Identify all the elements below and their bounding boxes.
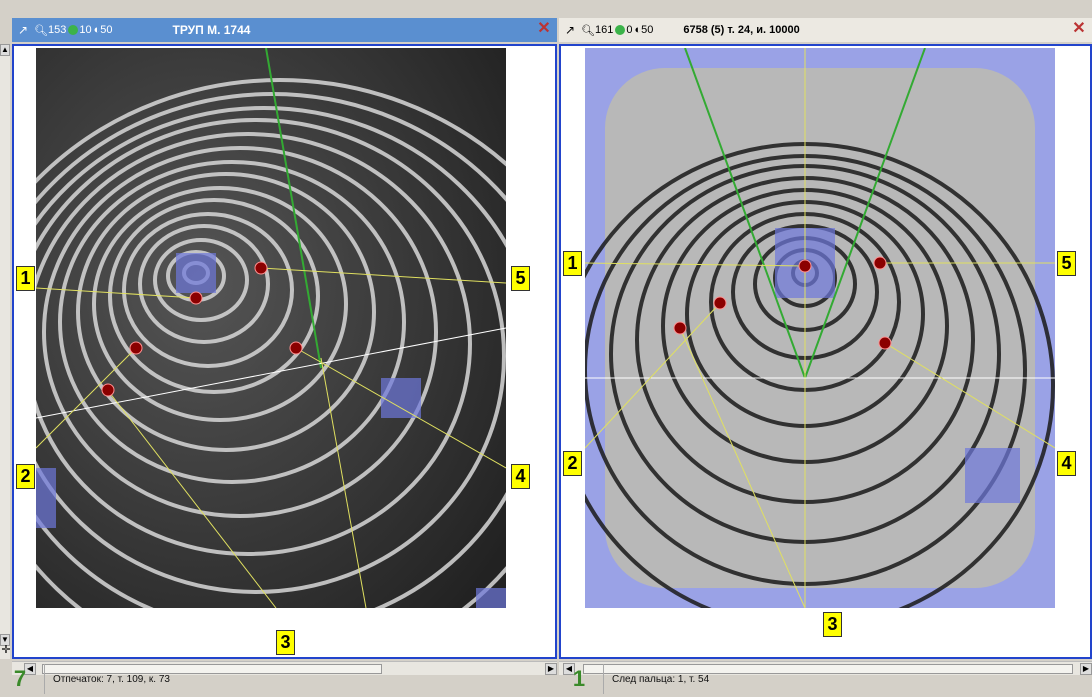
right-pane: ↗ 🔍︎ 161 0 ◐ 50 6758 (5) т. 24, и. 10000… [559, 18, 1092, 675]
marker-label-3[interactable]: 3 [823, 612, 842, 637]
status-number: 7 [13, 666, 27, 691]
green-stat: 0 [615, 24, 632, 36]
search-icon: 🔍︎ [581, 24, 595, 37]
marker-label-1[interactable]: 1 [563, 251, 582, 276]
status-text: След пальца: 1, т. 54 [603, 664, 709, 694]
move-icon[interactable]: ✛ [0, 643, 12, 657]
status-number: 1 [572, 666, 586, 691]
search-stat: 🔍︎ 153 [34, 24, 66, 37]
green-count: 10 [79, 24, 92, 36]
close-button[interactable]: ✕ [1070, 20, 1088, 38]
fingerprint-image [36, 48, 506, 608]
left-pane: ↗ 🔍︎ 153 10 ◐ 50 ТРУП М. 1744 ✕ ▲ ▼ 1 2 … [0, 18, 557, 675]
fingerprint-frame[interactable]: 1 2 3 4 5 [12, 44, 557, 659]
marker-label-4[interactable]: 4 [1057, 451, 1076, 476]
green-stat: 10 [68, 24, 92, 36]
search-count: 161 [594, 24, 614, 36]
marker-label-3[interactable]: 3 [276, 630, 295, 655]
marker-label-2[interactable]: 2 [563, 451, 582, 476]
marker-label-4[interactable]: 4 [511, 464, 530, 489]
marker-label-2[interactable]: 2 [16, 464, 35, 489]
dial-stat: ◐ 50 [94, 24, 113, 36]
search-stat: 🔍︎ 161 [581, 24, 613, 37]
green-ball-icon [68, 25, 79, 35]
detach-icon[interactable]: ↗ [561, 21, 579, 39]
scroll-up-arrow[interactable]: ▲ [0, 44, 10, 56]
green-ball-icon [615, 25, 626, 35]
search-icon: 🔍︎ [34, 24, 48, 37]
dial-count: 50 [100, 24, 113, 36]
left-statusbar: 7 Отпечаток: 7, т. 109, к. 73 [0, 661, 558, 697]
dial-stat: ◐ 50 [634, 24, 653, 36]
dial-count: 50 [641, 24, 654, 36]
marker-label-5[interactable]: 5 [1057, 251, 1076, 276]
vertical-scrollbar[interactable]: ▲ ▼ [0, 44, 10, 659]
right-statusbar: 1 След пальца: 1, т. 54 [559, 661, 1092, 697]
close-button[interactable]: ✕ [535, 20, 553, 38]
green-count: 0 [626, 24, 633, 36]
left-titlebar[interactable]: ↗ 🔍︎ 153 10 ◐ 50 ТРУП М. 1744 ✕ [12, 18, 557, 42]
dial-icon: ◐ [634, 24, 642, 36]
detach-icon[interactable]: ↗ [14, 21, 32, 39]
right-titlebar[interactable]: ↗ 🔍︎ 161 0 ◐ 50 6758 (5) т. 24, и. 10000… [559, 18, 1092, 42]
dial-icon: ◐ [93, 24, 101, 36]
fingerprint-frame[interactable]: 1 2 3 4 5 [559, 44, 1092, 659]
marker-label-1[interactable]: 1 [16, 266, 35, 291]
pane-title: 6758 (5) т. 24, и. 10000 [683, 24, 800, 36]
marker-label-5[interactable]: 5 [511, 266, 530, 291]
pane-title: ТРУП М. 1744 [172, 23, 251, 37]
search-count: 153 [47, 24, 67, 36]
status-text: Отпечаток: 7, т. 109, к. 73 [44, 664, 170, 694]
fingerprint-image [585, 48, 1055, 608]
